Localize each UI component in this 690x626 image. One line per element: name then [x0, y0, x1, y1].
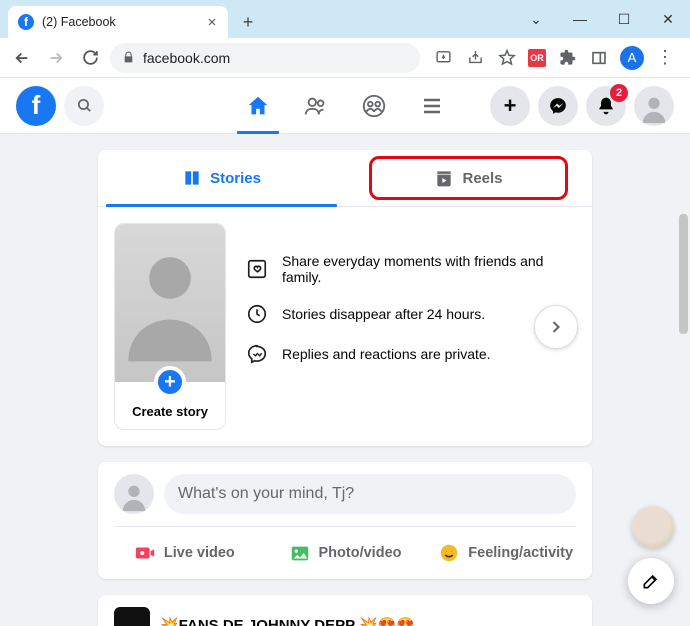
- notifications-button[interactable]: 2: [586, 86, 626, 126]
- info-row: Stories disappear after 24 hours.: [246, 303, 576, 325]
- back-button[interactable]: [8, 44, 36, 72]
- notification-badge: 2: [610, 84, 628, 102]
- feeling-activity-button[interactable]: Feeling/activity: [425, 533, 586, 573]
- plus-icon: +: [154, 366, 186, 398]
- stories-next-button[interactable]: [534, 305, 578, 349]
- facebook-header: f + 2: [0, 78, 690, 134]
- live-video-button[interactable]: Live video: [104, 533, 265, 573]
- composer-top: What's on your mind, Tj?: [98, 462, 592, 526]
- tab-title: (2) Facebook: [42, 15, 196, 29]
- new-message-button[interactable]: [628, 558, 674, 604]
- address-bar[interactable]: facebook.com: [110, 43, 420, 73]
- info-row: Share everyday moments with friends and …: [246, 253, 576, 285]
- facebook-top-nav: [233, 80, 457, 132]
- stories-reels-tabs: Stories Reels: [98, 150, 592, 207]
- facebook-header-right: + 2: [490, 86, 674, 126]
- post-avatar: [114, 607, 150, 626]
- info-text: Stories disappear after 24 hours.: [282, 306, 485, 322]
- video-camera-icon: [134, 542, 156, 564]
- stories-body: + Create story Share everyday moments wi…: [98, 207, 592, 446]
- feed-column: Stories Reels + Create story: [98, 150, 592, 626]
- bookmark-star-icon[interactable]: [496, 47, 518, 69]
- facebook-search-button[interactable]: [64, 86, 104, 126]
- nav-groups[interactable]: [349, 80, 399, 132]
- forward-button[interactable]: [42, 44, 70, 72]
- photo-icon: [289, 542, 311, 564]
- post-title: 💥FANS DE JOHNNY DEPP 💥😍😍: [160, 616, 415, 626]
- live-video-label: Live video: [164, 545, 235, 561]
- extensions-icon[interactable]: [556, 47, 578, 69]
- composer-placeholder: What's on your mind, Tj?: [178, 485, 354, 503]
- window-titlebar: (2) Facebook × + ⌄ — ☐ ✕: [0, 0, 690, 38]
- tab-stories-label: Stories: [210, 170, 261, 187]
- composer-input[interactable]: What's on your mind, Tj?: [164, 474, 576, 514]
- create-button[interactable]: +: [490, 86, 530, 126]
- window-controls: ⌄ — ☐ ✕: [514, 0, 690, 38]
- smiley-icon: [438, 542, 460, 564]
- gallery-heart-icon: [246, 258, 268, 280]
- url-text: facebook.com: [143, 50, 230, 66]
- composer-avatar[interactable]: [114, 474, 154, 514]
- extension-badge[interactable]: OR: [528, 49, 546, 67]
- facebook-logo[interactable]: f: [16, 86, 56, 126]
- browser-profile-avatar[interactable]: A: [620, 46, 644, 70]
- feed-post-peek[interactable]: 💥FANS DE JOHNNY DEPP 💥😍😍: [98, 595, 592, 626]
- tab-reels-label: Reels: [462, 170, 502, 187]
- tab-reels[interactable]: Reels: [345, 150, 592, 206]
- lock-icon: [122, 51, 135, 64]
- tab-stories[interactable]: Stories: [98, 150, 345, 206]
- toolbar-icons: OR A ⋮: [426, 46, 682, 70]
- info-row: Replies and reactions are private.: [246, 343, 576, 365]
- photo-video-button[interactable]: Photo/video: [265, 533, 426, 573]
- chat-contact-bubble[interactable]: [632, 506, 674, 548]
- nav-menu[interactable]: [407, 80, 457, 132]
- messenger-button[interactable]: [538, 86, 578, 126]
- clock-icon: [246, 303, 268, 325]
- stories-reels-card: Stories Reels + Create story: [98, 150, 592, 446]
- photo-video-label: Photo/video: [319, 545, 402, 561]
- new-tab-button[interactable]: +: [234, 8, 262, 36]
- composer-actions: Live video Photo/video Feeling/activity: [98, 527, 592, 579]
- close-window-button[interactable]: ✕: [646, 4, 690, 34]
- nav-home[interactable]: [233, 80, 283, 132]
- messenger-icon: [246, 343, 268, 365]
- chevron-down-icon[interactable]: ⌄: [514, 4, 558, 34]
- sidepanel-icon[interactable]: [588, 47, 610, 69]
- create-story-tile[interactable]: + Create story: [114, 223, 226, 430]
- reels-icon: [434, 168, 454, 188]
- maximize-button[interactable]: ☐: [602, 4, 646, 34]
- stories-icon: [182, 168, 202, 188]
- feed-scroll-area[interactable]: Stories Reels + Create story: [0, 134, 690, 626]
- browser-menu-icon[interactable]: ⋮: [654, 47, 676, 69]
- reload-button[interactable]: [76, 44, 104, 72]
- nav-friends[interactable]: [291, 80, 341, 132]
- browser-toolbar: facebook.com OR A ⋮: [0, 38, 690, 78]
- tab-close-icon[interactable]: ×: [204, 14, 220, 30]
- composer-card: What's on your mind, Tj? Live video Phot…: [98, 462, 592, 579]
- facebook-favicon: [18, 14, 34, 30]
- info-text: Share everyday moments with friends and …: [282, 253, 576, 285]
- stories-info-list: Share everyday moments with friends and …: [246, 223, 576, 365]
- browser-tab[interactable]: (2) Facebook ×: [8, 6, 228, 38]
- feeling-activity-label: Feeling/activity: [468, 545, 573, 561]
- create-story-image: +: [115, 224, 225, 382]
- scrollbar-thumb[interactable]: [679, 214, 688, 334]
- install-icon[interactable]: [432, 47, 454, 69]
- minimize-button[interactable]: —: [558, 4, 602, 34]
- info-text: Replies and reactions are private.: [282, 346, 491, 362]
- share-icon[interactable]: [464, 47, 486, 69]
- account-button[interactable]: [634, 86, 674, 126]
